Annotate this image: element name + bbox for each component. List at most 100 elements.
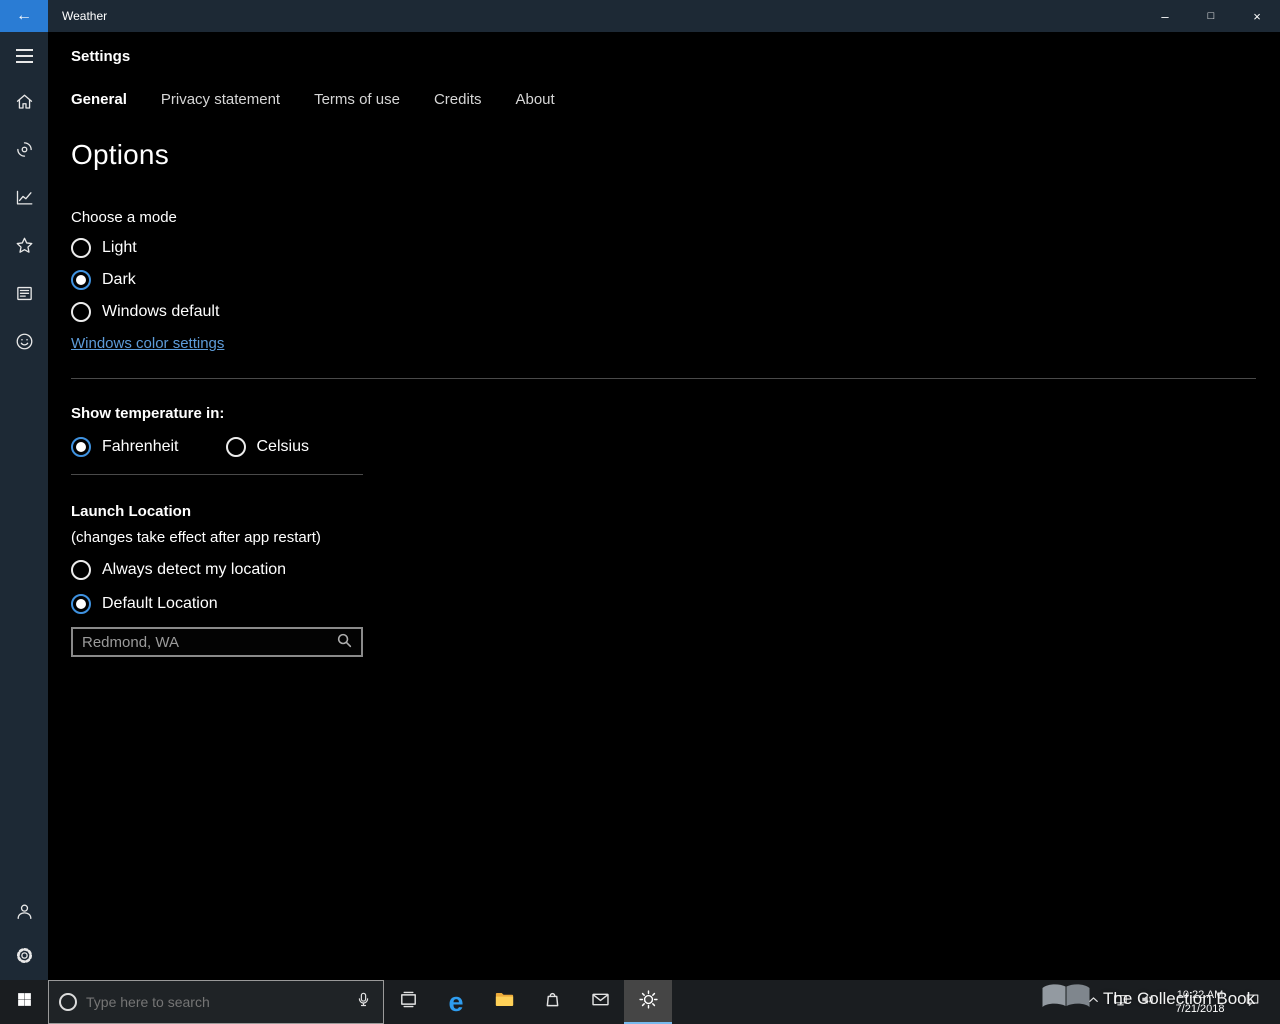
minimize-icon: – — [1161, 8, 1169, 24]
smiley-icon — [14, 331, 35, 357]
maximize-button[interactable]: □ — [1188, 0, 1234, 32]
radio-celsius[interactable]: Celsius — [225, 437, 309, 457]
tab-about[interactable]: About — [515, 91, 554, 108]
radio-label: Dark — [102, 271, 136, 288]
back-icon: ← — [16, 7, 32, 24]
radio-mode-light[interactable]: Light — [71, 238, 137, 258]
task-view-icon — [397, 988, 420, 1016]
system-tray: 10:22 AM 7/21/2018 — [1080, 980, 1280, 1024]
taskbar-app-edge[interactable]: e — [432, 980, 480, 1024]
radio-circle — [71, 238, 91, 258]
sidebar-item-historical-weather[interactable] — [0, 176, 48, 224]
default-location-input[interactable] — [73, 629, 327, 655]
tab-general[interactable]: General — [71, 91, 127, 108]
radio-circle — [71, 437, 91, 457]
clock-date: 7/21/2018 — [1175, 1003, 1225, 1015]
tab-terms-of-use[interactable]: Terms of use — [314, 91, 400, 108]
radio-fahrenheit[interactable]: Fahrenheit — [71, 437, 179, 457]
sidebar-item-feedback[interactable] — [0, 320, 48, 368]
radio-mode-windows-default[interactable]: Windows default — [71, 302, 219, 322]
temperature-label: Show temperature in: — [71, 405, 225, 422]
search-icon — [335, 631, 354, 653]
minimize-button[interactable]: – — [1142, 0, 1188, 32]
cortana-icon[interactable] — [59, 993, 77, 1011]
radio-default-location[interactable]: Default Location — [71, 594, 218, 614]
radio-circle — [71, 560, 91, 580]
divider — [71, 378, 1256, 379]
radio-label: Fahrenheit — [102, 438, 179, 455]
back-button[interactable]: ← — [0, 0, 48, 32]
divider — [71, 474, 363, 475]
microphone-icon[interactable] — [354, 990, 373, 1014]
taskbar: e — [0, 980, 1280, 1024]
window-controls: – □ × — [1142, 0, 1280, 32]
window-title: Weather — [62, 9, 108, 23]
radio-label: Windows default — [102, 303, 220, 320]
sun-icon — [637, 988, 660, 1016]
radio-label: Celsius — [256, 438, 309, 455]
launch-location-note: (changes take effect after app restart) — [71, 529, 321, 546]
default-location-search-box — [71, 627, 363, 657]
taskbar-app-file-explorer[interactable] — [480, 980, 528, 1024]
gear-icon — [14, 945, 35, 971]
taskbar-app-weather[interactable] — [624, 980, 672, 1024]
folder-icon — [493, 988, 516, 1016]
sidebar-item-favorites[interactable] — [0, 224, 48, 272]
star-icon — [14, 235, 35, 261]
launch-location-label: Launch Location — [71, 503, 191, 520]
windows-logo-icon — [16, 991, 33, 1013]
taskbar-search-box — [48, 980, 384, 1024]
radio-label: Default Location — [102, 595, 218, 612]
radio-circle — [71, 594, 91, 614]
tab-credits[interactable]: Credits — [434, 91, 482, 108]
sidebar-item-settings[interactable] — [0, 936, 48, 980]
radio-circle — [71, 270, 91, 290]
chevron-up-icon — [1084, 990, 1103, 1014]
taskbar-app-mail[interactable] — [576, 980, 624, 1024]
radio-label: Always detect my location — [102, 561, 287, 578]
person-icon — [14, 901, 35, 927]
close-icon: × — [1253, 8, 1261, 24]
radio-circle — [225, 437, 246, 457]
options-heading: Options — [71, 139, 169, 170]
page-title: Settings — [71, 48, 131, 65]
mail-icon — [589, 988, 612, 1016]
action-center-icon — [1243, 990, 1262, 1014]
tab-privacy-statement[interactable]: Privacy statement — [161, 91, 280, 108]
sidebar-item-sign-in[interactable] — [0, 892, 48, 936]
radio-circle — [71, 302, 91, 322]
maximize-icon: □ — [1207, 10, 1215, 22]
network-icon — [1111, 990, 1130, 1014]
tray-overflow-button[interactable] — [1080, 980, 1107, 1024]
sidebar — [0, 32, 48, 980]
location-search-button[interactable] — [327, 629, 361, 655]
hamburger-icon — [15, 49, 33, 63]
sidebar-item-news[interactable] — [0, 272, 48, 320]
sidebar-item-menu[interactable] — [0, 32, 48, 80]
weather-app-window: ← Weather – □ × Settings General Privacy… — [0, 0, 1280, 1024]
action-center-button[interactable] — [1239, 980, 1266, 1024]
volume-status[interactable] — [1134, 980, 1161, 1024]
speaker-icon — [1138, 990, 1157, 1014]
taskbar-app-task-view[interactable] — [384, 980, 432, 1024]
titlebar: ← Weather – □ × — [0, 0, 1280, 32]
close-button[interactable]: × — [1234, 0, 1280, 32]
network-status[interactable] — [1107, 980, 1134, 1024]
edge-icon: e — [448, 986, 464, 1017]
taskbar-search-input[interactable] — [86, 994, 345, 1010]
settings-page: Settings General Privacy statement Terms… — [48, 32, 1280, 980]
choose-mode-label: Choose a mode — [71, 209, 177, 226]
radio-label: Light — [102, 239, 137, 256]
sidebar-item-maps[interactable] — [0, 128, 48, 176]
taskbar-clock[interactable]: 10:22 AM 7/21/2018 — [1166, 988, 1234, 1016]
home-icon — [14, 91, 35, 117]
sidebar-item-forecast[interactable] — [0, 80, 48, 128]
store-bag-icon — [541, 988, 564, 1016]
radio-mode-dark[interactable]: Dark — [71, 270, 136, 290]
taskbar-app-store[interactable] — [528, 980, 576, 1024]
line-chart-icon — [14, 187, 35, 213]
radio-always-detect-location[interactable]: Always detect my location — [71, 560, 286, 580]
start-button[interactable] — [0, 980, 48, 1024]
windows-color-settings-link[interactable]: Windows color settings — [71, 335, 224, 352]
news-icon — [14, 283, 35, 309]
